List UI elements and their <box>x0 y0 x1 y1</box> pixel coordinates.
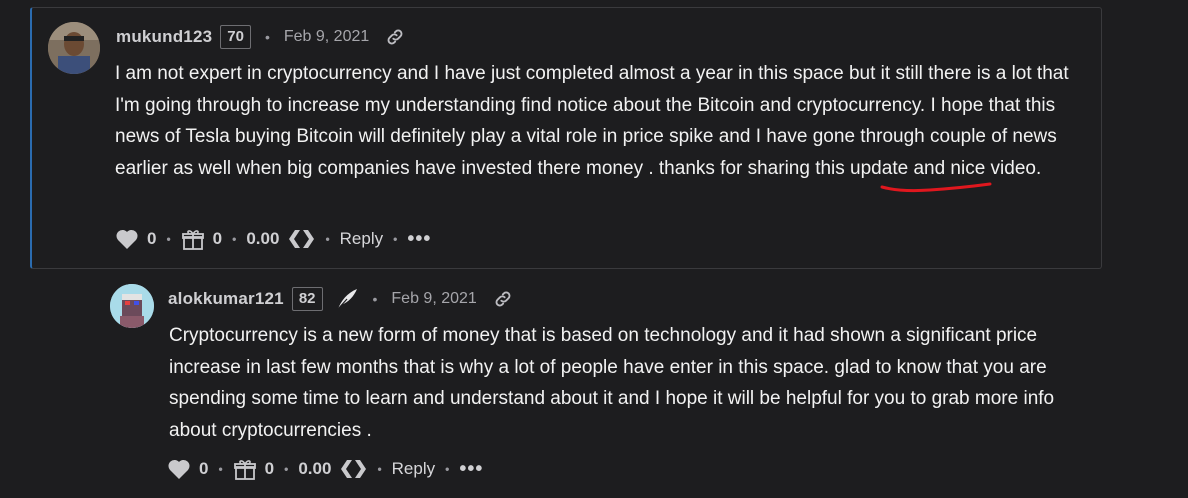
ellipsis-icon[interactable]: ••• <box>407 229 431 249</box>
gift-count[interactable]: 0 <box>213 229 222 249</box>
comment-meta: mukund123 70 • Feb 9, 2021 <box>116 24 405 50</box>
avatar-photo <box>48 22 100 74</box>
comment-actions: 0 • 0 • 0.00 • Reply • ••• <box>167 456 483 482</box>
separator-dot: • <box>284 462 289 476</box>
reply-button[interactable]: Reply <box>340 229 383 249</box>
link-icon[interactable] <box>493 289 513 309</box>
comment-body: Cryptocurrency is a new form of money th… <box>169 325 1055 441</box>
heart-icon[interactable] <box>167 458 191 480</box>
separator-dot: • <box>377 462 382 476</box>
username[interactable]: alokkumar121 <box>168 289 284 309</box>
hive-icon[interactable] <box>339 458 367 480</box>
separator-dot: • <box>232 232 237 246</box>
separator-dot: • <box>445 462 450 476</box>
comment-body: I am not expert in cryptocurrency and I … <box>115 63 1069 179</box>
post-date[interactable]: Feb 9, 2021 <box>284 28 369 46</box>
separator-dot: • <box>218 462 223 476</box>
separator-dot: • <box>393 232 398 246</box>
separator-dot: • <box>325 232 330 246</box>
comment-meta: alokkumar121 82 • Feb 9, 2021 <box>168 286 513 312</box>
quill-icon <box>337 289 357 310</box>
post-date[interactable]: Feb 9, 2021 <box>391 290 476 308</box>
separator-dot: • <box>372 291 378 307</box>
payout-value[interactable]: 0.00 <box>246 229 279 249</box>
ellipsis-icon[interactable]: ••• <box>459 459 483 479</box>
payout-value[interactable]: 0.00 <box>298 459 331 479</box>
reputation-badge: 82 <box>291 287 323 311</box>
separator-dot: • <box>166 232 171 246</box>
gift-icon[interactable] <box>181 228 205 250</box>
reputation-badge: 70 <box>220 25 251 49</box>
gift-icon[interactable] <box>233 458 257 480</box>
vote-count[interactable]: 0 <box>147 229 156 249</box>
red-underline-annotation <box>880 182 992 193</box>
heart-icon[interactable] <box>115 228 139 250</box>
avatar[interactable] <box>48 22 100 74</box>
separator-dot: • <box>264 29 270 45</box>
avatar[interactable] <box>110 284 154 328</box>
username[interactable]: mukund123 <box>116 27 212 47</box>
reply-button[interactable]: Reply <box>392 459 435 479</box>
comment-actions: 0 • 0 • 0.00 • Reply • ••• <box>115 226 431 252</box>
avatar-pixel-art <box>110 284 154 328</box>
gift-count[interactable]: 0 <box>265 459 274 479</box>
vote-count[interactable]: 0 <box>199 459 208 479</box>
hive-icon[interactable] <box>287 228 315 250</box>
link-icon[interactable] <box>385 27 405 47</box>
